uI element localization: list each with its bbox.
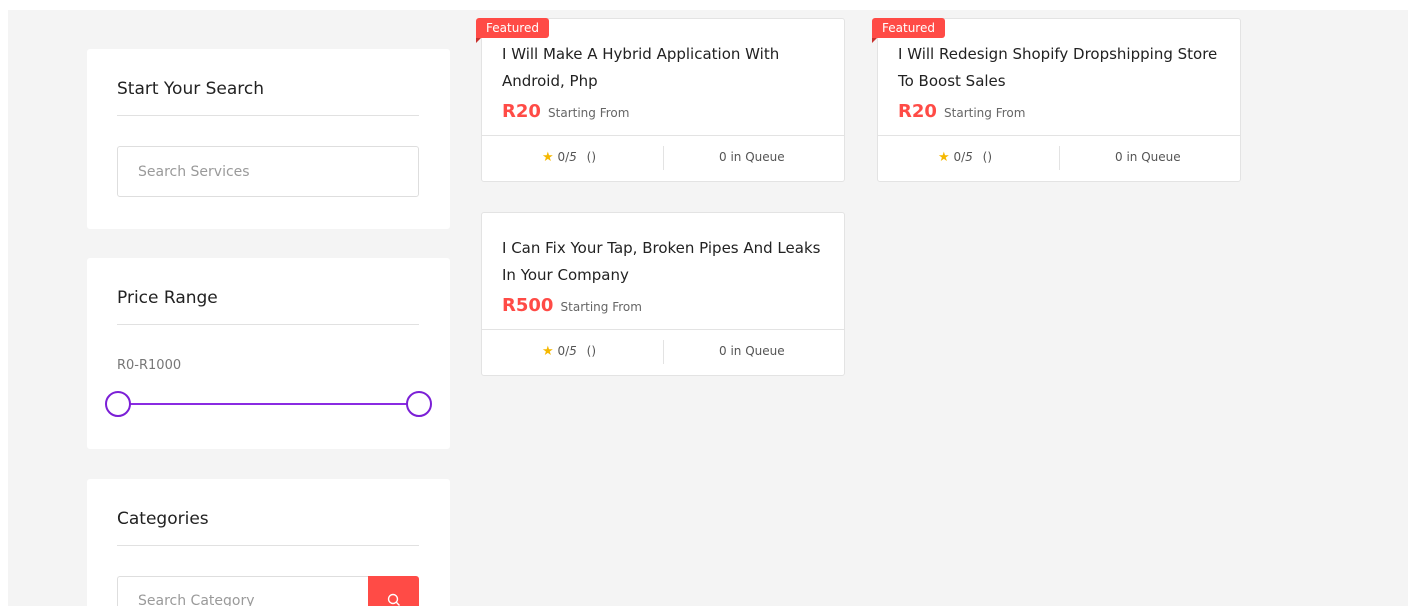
rating-value: 0 <box>953 150 962 164</box>
divider <box>117 115 419 116</box>
rating-max: 5 <box>965 150 973 164</box>
search-services-input[interactable] <box>117 146 419 197</box>
price-label: Starting From <box>548 106 630 120</box>
rating: ★ 0/5 () <box>938 150 993 165</box>
search-icon <box>387 593 400 606</box>
review-count: () <box>586 150 597 164</box>
service-card[interactable]: I Can Fix Your Tap, Broken Pipes And Lea… <box>481 212 845 376</box>
featured-badge: Featured <box>872 18 945 43</box>
star-icon: ★ <box>542 344 554 359</box>
rating-value: 0 <box>557 344 566 358</box>
price-slider-min-handle[interactable] <box>105 391 131 417</box>
search-category-input[interactable] <box>117 576 369 606</box>
categories-widget: Categories <box>87 479 450 606</box>
service-price: R20 <box>502 101 541 122</box>
price-range-title: Price Range <box>117 288 218 308</box>
category-search-button[interactable] <box>368 576 419 606</box>
divider <box>117 545 419 546</box>
price-label: Starting From <box>560 300 642 314</box>
service-title[interactable]: I Can Fix Your Tap, Broken Pipes And Lea… <box>502 235 822 289</box>
featured-badge: Featured <box>476 18 549 43</box>
rating-max: 5 <box>569 344 577 358</box>
review-count: () <box>586 344 597 358</box>
footer-divider <box>663 146 664 170</box>
price-slider-max-handle[interactable] <box>406 391 432 417</box>
rating: ★ 0/5 () <box>542 344 597 359</box>
categories-title: Categories <box>117 509 209 529</box>
search-widget: Start Your Search <box>87 49 450 229</box>
page-background: Start Your Search Price Range R0-R1000 C… <box>8 10 1408 606</box>
footer-divider <box>1059 146 1060 170</box>
footer-divider <box>663 340 664 364</box>
divider <box>117 324 419 325</box>
price-label: Starting From <box>944 106 1026 120</box>
price-row: R20 Starting From <box>502 101 629 122</box>
search-widget-title: Start Your Search <box>117 79 265 99</box>
service-title[interactable]: I Will Make A Hybrid Application With An… <box>502 41 822 95</box>
star-icon: ★ <box>542 150 554 165</box>
price-range-value: R0-R1000 <box>117 358 182 373</box>
price-row: R20 Starting From <box>898 101 1025 122</box>
review-count: () <box>982 150 993 164</box>
service-price: R20 <box>898 101 937 122</box>
price-row: R500 Starting From <box>502 295 642 316</box>
card-footer: ★ 0/5 () 0 in Queue <box>878 135 1240 181</box>
service-card[interactable]: Featured I Will Make A Hybrid Applicatio… <box>476 18 845 182</box>
star-icon: ★ <box>938 150 950 165</box>
card-footer: ★ 0/5 () 0 in Queue <box>482 329 844 375</box>
rating-max: 5 <box>569 150 577 164</box>
rating: ★ 0/5 () <box>542 150 597 165</box>
service-title[interactable]: I Will Redesign Shopify Dropshipping Sto… <box>898 41 1218 95</box>
rating-value: 0 <box>557 150 566 164</box>
price-slider-track[interactable] <box>127 403 412 405</box>
queue-count: 0 in Queue <box>1115 150 1181 164</box>
price-range-widget: Price Range R0-R1000 <box>87 258 450 449</box>
queue-count: 0 in Queue <box>719 344 785 358</box>
service-price: R500 <box>502 295 554 316</box>
card-footer: ★ 0/5 () 0 in Queue <box>482 135 844 181</box>
service-card[interactable]: Featured I Will Redesign Shopify Dropshi… <box>872 18 1241 182</box>
queue-count: 0 in Queue <box>719 150 785 164</box>
